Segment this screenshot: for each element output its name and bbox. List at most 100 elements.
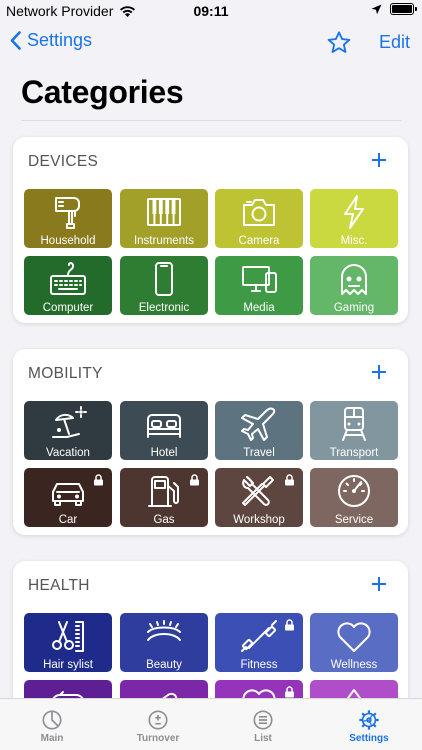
gas-pump-icon — [148, 476, 179, 507]
category-tile[interactable]: Fitness — [215, 613, 303, 672]
monitor-icon — [242, 266, 277, 293]
category-tile[interactable]: Transport — [310, 401, 398, 460]
status-bar: Network Provider 09:11 — [0, 0, 422, 22]
title-divider — [21, 120, 401, 121]
category-label: Fitness — [240, 659, 278, 671]
category-tile[interactable]: Vacation — [24, 401, 112, 460]
tab-label: List — [254, 733, 272, 744]
category-tile[interactable]: Wellness — [310, 613, 398, 672]
category-label: Service — [334, 514, 374, 526]
category-label: Hotel — [150, 447, 178, 459]
category-tile[interactable]: Workshop — [215, 468, 303, 527]
bed-icon — [147, 414, 181, 438]
status-time: 09:11 — [193, 3, 229, 19]
list-icon — [253, 710, 273, 730]
category-tile[interactable]: Computer — [24, 256, 112, 315]
category-tile[interactable]: Media — [215, 256, 303, 315]
category-tile[interactable]: Instruments — [120, 189, 208, 248]
devices-card: DEVICES Household Instruments Camera Misc. C… — [13, 137, 408, 323]
category-label: Beauty — [146, 659, 182, 671]
edit-button[interactable]: Edit — [379, 32, 410, 53]
tab-list[interactable]: List — [213, 709, 313, 744]
scissors-comb-icon — [52, 621, 84, 652]
add-category-button[interactable] — [368, 573, 390, 595]
category-tile[interactable]: Camera — [215, 189, 303, 248]
pie-chart-icon — [42, 710, 62, 730]
dumbbell-icon — [241, 620, 277, 652]
page-title: Categories — [21, 74, 184, 110]
mixer-icon — [55, 197, 80, 229]
category-label: Transport — [329, 447, 379, 459]
category-tile[interactable]: Hair sylist — [24, 613, 112, 672]
back-button-label: Settings — [27, 30, 93, 50]
category-label: Travel — [243, 447, 275, 459]
ghost-icon — [341, 264, 367, 295]
lock-icon — [94, 474, 103, 486]
status-right — [371, 3, 417, 15]
chevron-left-icon — [10, 31, 21, 50]
lock-icon — [285, 474, 294, 486]
tab-settings[interactable]: Settings — [319, 709, 419, 744]
category-tile[interactable]: Service — [310, 468, 398, 527]
heart-icon — [337, 622, 371, 652]
gear-icon — [359, 710, 379, 730]
mobility-card: MOBILITY Vacation Hotel Travel Transport Car… — [13, 349, 408, 535]
favorite-button[interactable] — [326, 30, 352, 61]
category-label: Gas — [153, 514, 175, 526]
tab-label: Settings — [349, 733, 389, 744]
airplane-icon — [241, 407, 276, 441]
category-label: Instruments — [133, 235, 195, 247]
star-icon — [327, 31, 351, 53]
category-tile[interactable]: Gas — [120, 468, 208, 527]
category-label: Misc. — [340, 235, 368, 247]
lock-icon — [190, 474, 199, 486]
category-label: Gaming — [333, 302, 375, 314]
camera-icon — [243, 199, 275, 226]
train-icon — [342, 407, 366, 441]
add-category-button[interactable] — [368, 149, 390, 171]
location-arrow-icon — [371, 4, 382, 14]
back-button[interactable]: Settings — [10, 30, 92, 51]
tab-bar: Main Turnover List Settings — [0, 698, 422, 750]
piano-icon — [147, 198, 181, 226]
eye-icon — [147, 620, 181, 641]
category-tile[interactable]: Travel — [215, 401, 303, 460]
lock-icon — [285, 619, 294, 631]
category-label: Computer — [42, 302, 94, 314]
category-tile[interactable]: Misc. — [310, 189, 398, 248]
car-icon — [52, 483, 84, 506]
navigation-bar: Settings Edit — [0, 26, 422, 62]
tab-label: Main — [40, 733, 64, 744]
category-label: Vacation — [46, 447, 90, 459]
category-tile[interactable]: Electronic — [120, 256, 208, 315]
section-header: MOBILITY — [28, 365, 103, 382]
category-label: Workshop — [233, 514, 285, 526]
section-header: HEALTH — [28, 577, 90, 594]
gauge-icon — [338, 475, 370, 507]
tab-turnover[interactable]: Turnover — [108, 709, 208, 744]
category-label: Hair sylist — [43, 659, 93, 671]
category-label: Car — [58, 514, 78, 526]
category-tile[interactable]: Household — [24, 189, 112, 248]
plus-minus-icon — [148, 710, 168, 730]
lock-icon — [285, 686, 294, 698]
section-header: DEVICES — [28, 153, 99, 170]
lightning-icon — [344, 195, 364, 229]
category-tile[interactable]: Car — [24, 468, 112, 527]
category-label: Electronic — [138, 302, 190, 314]
category-tile[interactable]: Beauty — [120, 613, 208, 672]
beach-umbrella-icon — [52, 406, 87, 438]
category-label: Wellness — [330, 659, 378, 671]
battery-icon — [390, 3, 417, 15]
category-label: Camera — [238, 235, 280, 247]
category-tile[interactable]: Gaming — [310, 256, 398, 315]
add-category-button[interactable] — [368, 361, 390, 383]
category-label: Media — [243, 302, 275, 314]
category-label: Household — [40, 235, 96, 247]
category-tile[interactable]: Hotel — [120, 401, 208, 460]
tab-main[interactable]: Main — [2, 709, 102, 744]
tools-icon — [242, 476, 274, 506]
phone-icon — [155, 262, 173, 296]
tab-label: Turnover — [136, 733, 180, 744]
keyboard-icon — [50, 262, 86, 295]
